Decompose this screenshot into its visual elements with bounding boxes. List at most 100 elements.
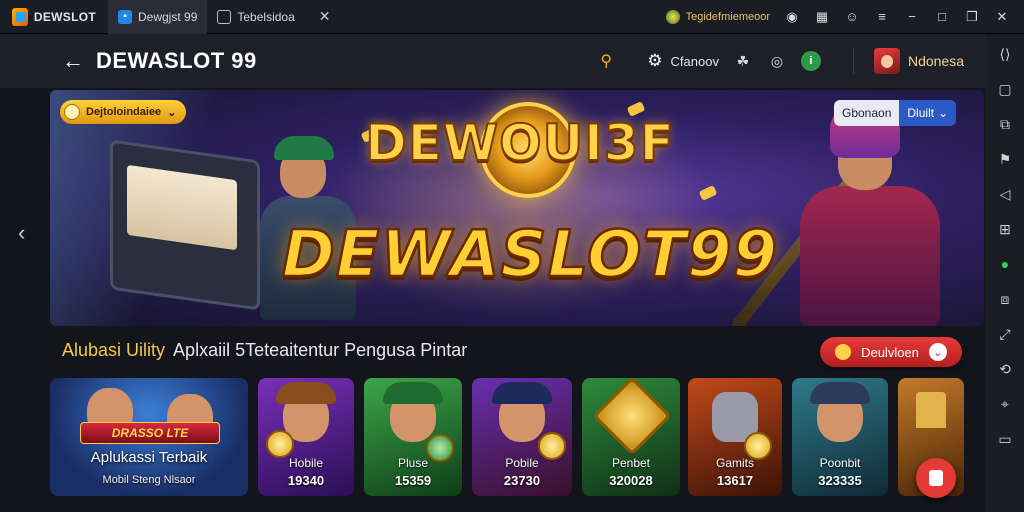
hat-illustration — [276, 382, 336, 404]
chevron-down-icon: ⌄ — [167, 106, 177, 119]
window-titlebar: DEWSLOT ▪ Dewgjst 99 Tebelsidoa ✕ Tegide… — [0, 0, 1024, 34]
file-icon[interactable]: ▭ — [995, 429, 1015, 449]
card-count: 15359 — [394, 473, 432, 488]
close-tab-icon[interactable]: ✕ — [319, 8, 331, 25]
status-indicator-icon[interactable]: ● — [995, 254, 1015, 274]
chevron-down-icon: ⌄ — [928, 343, 947, 361]
page-title: DEWASLOT 99 — [96, 48, 257, 73]
download-button[interactable]: Deulvloen ⌄ — [820, 337, 962, 367]
chevron-down-icon: ⌄ — [938, 106, 949, 120]
tab-label: Dewgjst 99 — [138, 9, 198, 24]
minimize-icon[interactable]: − — [904, 9, 920, 25]
search-icon[interactable]: ⚲ — [595, 50, 617, 72]
language-toggle[interactable]: Gbonaon Dluilt ⌄ — [834, 100, 957, 126]
rotate-icon[interactable]: ⟲ — [995, 359, 1015, 379]
close-window-icon[interactable]: ✕ — [994, 9, 1010, 25]
emoji-icon[interactable]: ☺ — [844, 9, 860, 25]
card-label: Pluse — [397, 456, 429, 470]
castle-illustration — [916, 392, 946, 428]
coin-icon — [266, 430, 294, 458]
settings-label: Cfanoov — [670, 53, 719, 69]
back-arrow-icon[interactable]: ← — [60, 48, 86, 74]
tab-label: Tebelsidoa — [237, 9, 295, 24]
game-card[interactable]: Pobile 23730 — [472, 378, 572, 496]
gear-icon: ⚙ — [647, 51, 663, 70]
menu-icon[interactable]: ≡ — [874, 9, 890, 25]
location-icon[interactable]: ⌖ — [995, 394, 1015, 414]
section-title: Alubasi Uility Aplxaiil 5Teteaitentur Pe… — [62, 340, 467, 361]
card-label: Hobile — [288, 456, 324, 470]
app-brand-name: DEWSLOT — [33, 9, 96, 24]
user-profile[interactable]: Ndonesa — [873, 48, 964, 74]
hair-illustration — [492, 382, 552, 404]
game-card[interactable]: Pluse 15359 — [364, 378, 462, 496]
game-card[interactable]: Gamits 13617 — [688, 378, 782, 496]
hero-banner[interactable]: DEWOUI3F DEWASLOT99 Dejtoloindaiee ⌄ Gbo… — [50, 90, 984, 326]
tab-dewgjst[interactable]: ▪ Dewgjst 99 — [108, 0, 208, 34]
trash-icon — [929, 470, 943, 486]
app-icon: ▪ — [118, 9, 132, 24]
card-label: Penbet — [611, 456, 651, 470]
card-count: 13617 — [716, 473, 754, 488]
screen-icon — [217, 9, 232, 24]
featured-game-card[interactable]: DRASSO LTE Aplukassi Terbaik Mobil Steng… — [50, 378, 248, 496]
card-count: 323335 — [818, 473, 862, 488]
game-card[interactable]: Penbet 320028 — [582, 378, 680, 496]
featured-tag: DRASSO LTE — [80, 422, 220, 444]
download-label: Deulvloen — [861, 344, 919, 360]
chevron-left-icon[interactable]: ‹ — [18, 220, 25, 246]
expand-icon[interactable]: ⟨⟩ — [995, 44, 1015, 64]
character-right-illustration — [729, 100, 970, 326]
screenshot-icon[interactable]: ▦ — [814, 9, 830, 25]
bookmark-icon[interactable]: ⚑ — [995, 149, 1015, 169]
card-label: Gamits — [715, 456, 754, 470]
app-logo-icon — [12, 7, 28, 26]
app-header: ← DEWASLOT 99 ⚲ ⚙ Cfanoov ☘ ◎ i Ndonesa — [0, 34, 986, 88]
header-divider — [852, 48, 854, 74]
card-count: 23730 — [503, 473, 541, 488]
coin-icon — [64, 104, 80, 120]
info-icon[interactable]: i — [800, 51, 821, 71]
hat-illustration — [383, 382, 443, 404]
emulator-side-toolbar: ⟨⟩ ▢ ⧉ ⚑ ◁ ⊞ ● ⧈ ⤢ ⟲ ⌖ ▭ — [986, 34, 1024, 512]
user-name: Ndonesa — [907, 53, 964, 69]
section-title-highlight: Alubasi Uility — [62, 340, 166, 360]
game-card[interactable]: Poonbit 323335 — [792, 378, 888, 496]
language-toggle-selected[interactable]: Dluilt ⌄ — [899, 100, 957, 126]
maximize-icon[interactable]: □ — [934, 9, 950, 25]
notification-icon — [665, 9, 680, 24]
volume-icon[interactable]: ◁ — [995, 184, 1015, 204]
banner-logo-top: DEWOUI3F — [364, 113, 675, 173]
notification-pill[interactable]: Tegidefmiemeoor — [665, 9, 770, 24]
language-toggle-selected-label: Dluilt — [907, 106, 935, 120]
banner-logo-main: DEWASLOT99 — [281, 217, 779, 294]
share-icon[interactable]: ☘ — [733, 51, 753, 71]
gamepad-icon[interactable]: ⊞ — [995, 219, 1015, 239]
tab-tebelsidoa[interactable]: Tebelsidoa ✕ — [207, 0, 340, 34]
screenshot-tool-icon[interactable]: ⧉ — [995, 114, 1015, 134]
avatar — [873, 48, 900, 74]
card-label: Poonbit — [819, 456, 861, 470]
settings-button[interactable]: ⚙ Cfanoov — [647, 51, 719, 71]
featured-subtitle: Mobil Steng Nlsaor — [102, 474, 196, 486]
card-count: 19340 — [287, 473, 325, 488]
fullscreen-icon[interactable]: ▢ — [995, 79, 1015, 99]
featured-title: Aplukassi Terbaik — [90, 449, 208, 466]
card-label: Pobile — [505, 456, 539, 470]
game-card[interactable]: Hobile 19340 — [258, 378, 354, 496]
floating-action-button[interactable] — [916, 458, 956, 498]
resize-icon[interactable]: ⤢ — [995, 324, 1015, 344]
hat-illustration — [810, 382, 870, 404]
notification-text: Tegidefmiemeoor — [685, 10, 770, 23]
restore-icon[interactable]: ❐ — [964, 9, 980, 25]
layers-icon[interactable]: ⧈ — [995, 289, 1015, 309]
promo-badge-label: Dejtoloindaiee — [86, 106, 162, 118]
language-toggle-option[interactable]: Gbonaon — [834, 100, 900, 126]
coin-icon — [835, 344, 852, 360]
section-title-text: Aplxaiil 5Teteaitentur Pengusa Pintar — [173, 340, 468, 360]
promo-badge[interactable]: Dejtoloindaiee ⌄ — [60, 100, 187, 124]
profile-icon[interactable]: ◉ — [784, 9, 800, 25]
card-count: 320028 — [609, 473, 653, 488]
app-brand[interactable]: DEWSLOT — [0, 0, 108, 34]
gamepad-header-icon[interactable]: ◎ — [767, 51, 787, 71]
